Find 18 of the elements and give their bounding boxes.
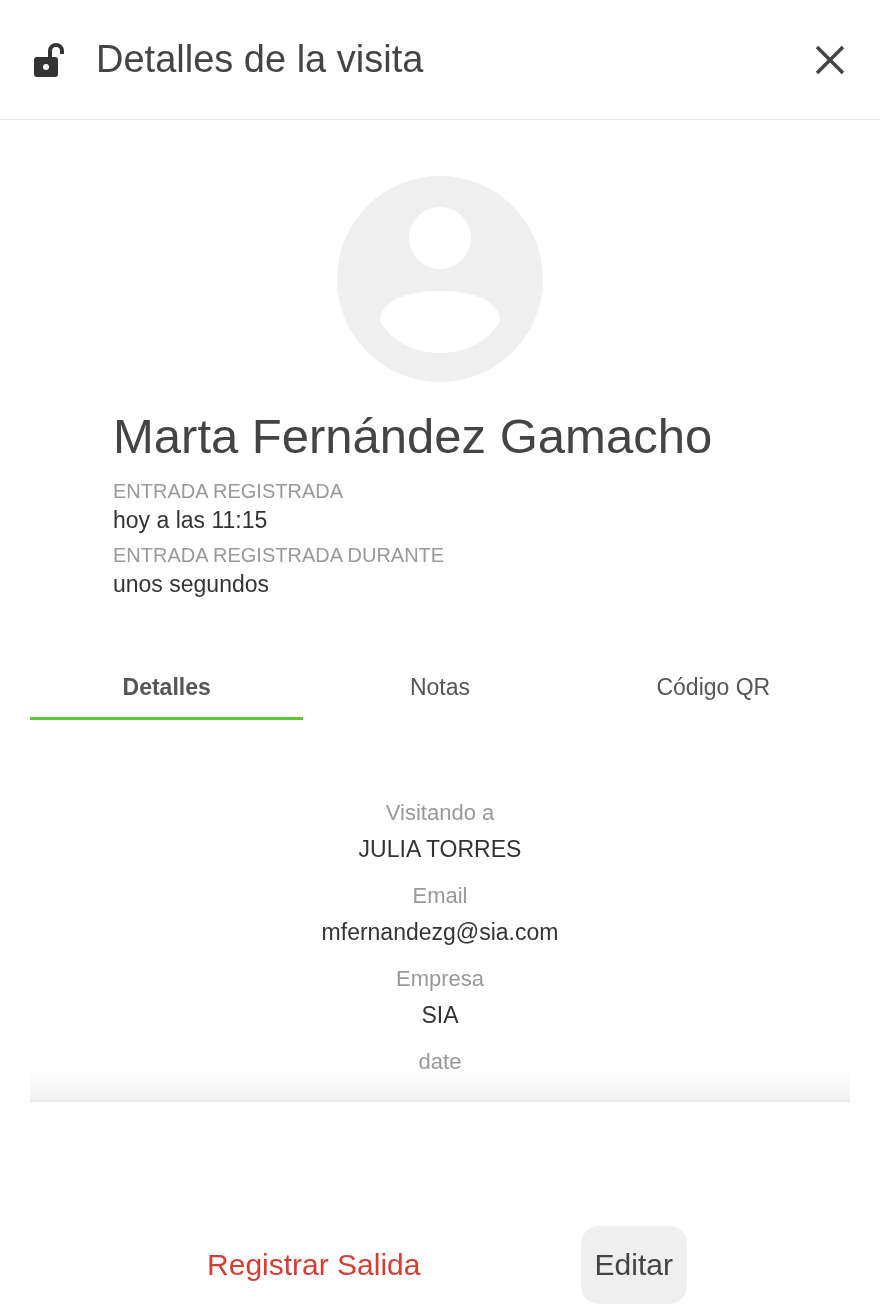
detail-value: SIA [421, 1002, 459, 1029]
detail-label: Visitando a [385, 800, 495, 826]
detail-value: mfernandezg@sia.com [321, 919, 559, 946]
fact-value: unos segundos [113, 571, 270, 598]
edit-button[interactable]: Editar [580, 1226, 687, 1304]
detail-label: Empresa [395, 966, 484, 992]
detail-value: JULIA TORRES [358, 836, 522, 863]
fact-value: hoy a las 11:15 [113, 507, 269, 534]
tab[interactable]: Detalles [30, 658, 304, 720]
checkout-button[interactable]: Registrar Salida [193, 1226, 435, 1304]
tab[interactable]: Código QR [576, 658, 850, 720]
dialog-title: Detalles de la visita [96, 38, 425, 81]
visitor-name: Marta Fernández Gamacho [113, 408, 714, 464]
tab[interactable]: Notas [303, 658, 577, 720]
detail-label: date [418, 1049, 462, 1075]
fact-label: ENTRADA REGISTRADA [113, 480, 345, 503]
detail-label: Email [412, 883, 468, 909]
fact-label: ENTRADA REGISTRADA DURANTE [113, 544, 446, 567]
